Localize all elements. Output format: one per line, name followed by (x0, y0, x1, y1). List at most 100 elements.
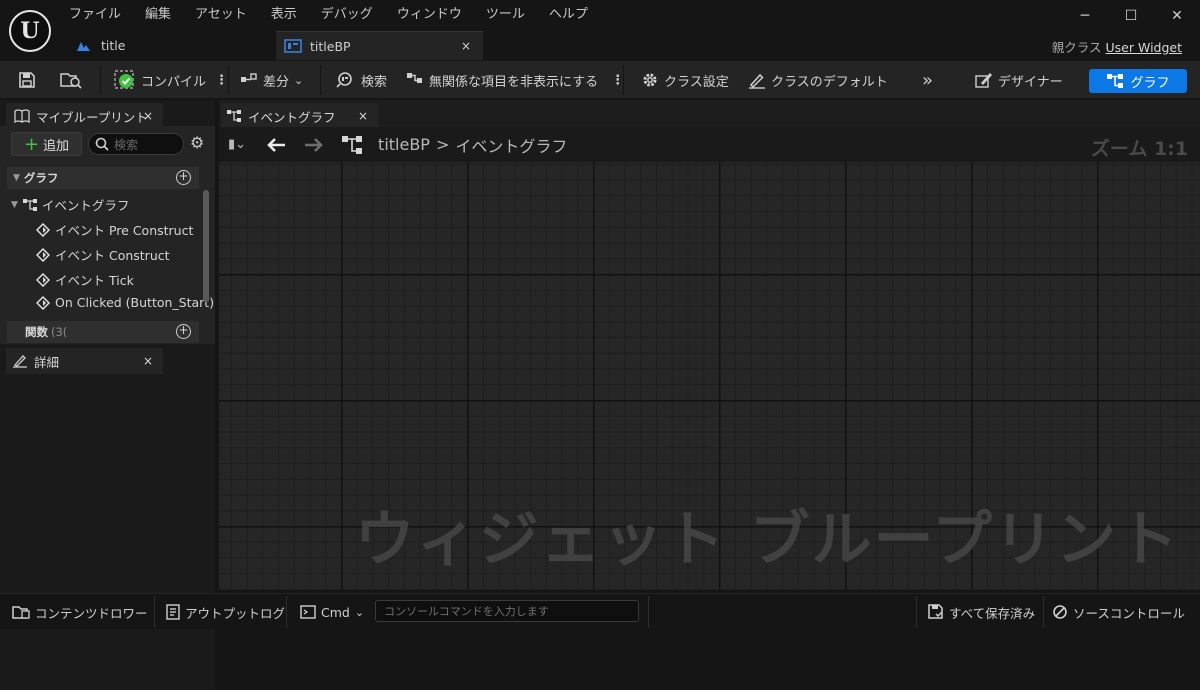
plus-icon: + (23, 133, 40, 155)
close-window-button[interactable]: ✕ (1154, 8, 1200, 24)
tree-item-label: On Clicked (Button_Start) (55, 295, 215, 310)
tree-item-event[interactable]: イベント Pre Construct (36, 220, 193, 239)
class-defaults-icon (749, 73, 765, 89)
hide-unrelated-button[interactable]: 無関係な項目を非表示にする ⋮ (406, 61, 624, 99)
left-panel: マイブループリント × + 追加 検索 ⚙ ▼ グラフ + ▼ イベントグラフ … (0, 100, 215, 690)
parent-class-link[interactable]: User Widget (1106, 40, 1182, 55)
graph-canvas[interactable]: ウィジェット ブループリント (219, 162, 1200, 590)
output-log-button[interactable]: アウトプットログ (166, 594, 285, 630)
browse-button[interactable] (60, 61, 82, 99)
scrollbar-thumb[interactable] (203, 190, 209, 302)
class-defaults-label: クラスのデフォルト (771, 74, 888, 90)
maximize-button[interactable]: ☐ (1108, 8, 1154, 24)
close-tab-icon[interactable]: × (143, 109, 153, 123)
event-diamond-icon (36, 222, 50, 237)
add-label: 追加 (43, 138, 70, 154)
menu-debug[interactable]: デバッグ (309, 5, 385, 25)
console-command-input[interactable]: コンソールコマンドを入力します (375, 600, 639, 622)
class-settings-label: クラス設定 (664, 74, 729, 90)
search-input[interactable]: 検索 (88, 133, 184, 155)
more-toolbar-icon[interactable]: » (922, 61, 933, 99)
source-control-button[interactable]: ソースコントロール (1052, 594, 1185, 630)
hide-unrelated-icon (407, 73, 422, 83)
tab-details[interactable]: 詳細 × (6, 348, 163, 374)
compile-ok-icon (114, 70, 134, 89)
menu-view[interactable]: 表示 (259, 5, 309, 25)
class-settings-button[interactable]: クラス設定 (641, 61, 729, 99)
event-diamond-icon (36, 295, 50, 310)
tab-my-blueprint-label: マイブループリント (36, 109, 148, 125)
menu-window[interactable]: ウィンドウ (385, 5, 474, 25)
console-icon (300, 605, 316, 619)
bookmark-icon[interactable]: ▮⌄ (228, 137, 246, 152)
forward-arrow-icon[interactable] (304, 137, 324, 153)
doc-tab-title[interactable]: title (65, 31, 265, 60)
graph-watermark: ウィジェット ブループリント (354, 505, 1180, 575)
event-graph-icon (22, 198, 37, 211)
event-graph-icon (227, 110, 241, 122)
graph-mode-button[interactable]: グラフ (1089, 69, 1187, 93)
graph-mode-label: グラフ (1130, 75, 1170, 91)
tree-item-event-graph[interactable]: ▼ イベントグラフ (11, 195, 129, 214)
menu-tools[interactable]: ツール (474, 5, 537, 25)
close-tab-icon[interactable]: × (358, 109, 368, 123)
add-graph-icon[interactable]: + (176, 170, 191, 185)
toolbar-divider (623, 65, 624, 95)
status-divider (154, 596, 155, 628)
status-divider (916, 596, 917, 628)
doc-tab-label: title (101, 38, 126, 53)
tree-item-event[interactable]: On Clicked (Button_Start) (36, 295, 214, 310)
menu-asset[interactable]: アセット (183, 5, 259, 25)
close-tab-icon[interactable]: × (461, 39, 471, 53)
tab-event-graph[interactable]: イベントグラフ × (221, 103, 378, 129)
status-divider (648, 596, 649, 628)
status-divider (1043, 596, 1044, 628)
back-arrow-icon[interactable] (266, 137, 286, 153)
diff-icon (241, 73, 257, 82)
add-function-icon[interactable]: + (176, 324, 191, 339)
category-functions[interactable]: 関数 (3( + (7, 321, 199, 343)
menu-file[interactable]: ファイル (57, 5, 133, 25)
diff-button[interactable]: 差分 ⌄ (240, 61, 303, 99)
doc-tab-titlebp[interactable]: titleBP × (276, 31, 483, 60)
event-graph-icon (342, 135, 363, 154)
close-tab-icon[interactable]: × (143, 354, 153, 368)
menu-help[interactable]: ヘルプ (537, 5, 600, 25)
gear-icon[interactable]: ⚙ (190, 133, 204, 152)
breadcrumb-root[interactable]: titleBP (378, 135, 430, 154)
gear-icon (643, 73, 657, 87)
graph-panel: イベントグラフ × ▮⌄ titleBP > イベントグラフ ズーム 1:1 ウ… (219, 100, 1200, 590)
details-pencil-icon (13, 355, 27, 368)
breadcrumb-separator: > (435, 135, 450, 154)
compile-button[interactable]: コンパイル ⋮ (114, 61, 228, 99)
tree-item-event[interactable]: イベント Construct (36, 245, 170, 264)
find-button[interactable]: 検索 (336, 61, 387, 99)
menu-bar: ファイル 編集 アセット 表示 デバッグ ウィンドウ ツール ヘルプ (57, 5, 600, 25)
category-graphs[interactable]: ▼ グラフ + (7, 167, 199, 189)
class-defaults-button[interactable]: クラスのデフォルト (748, 61, 888, 99)
content-drawer-button[interactable]: コンテンツドロワー (12, 594, 148, 630)
save-button[interactable] (18, 61, 36, 99)
breadcrumb-current[interactable]: イベントグラフ (455, 133, 567, 157)
tree-item-label: イベント Construct (55, 248, 170, 263)
category-graphs-label: グラフ (23, 171, 59, 185)
save-all-button[interactable]: すべて保存済み (928, 594, 1035, 630)
content-drawer-icon (12, 606, 30, 619)
tree-item-label: イベント Pre Construct (55, 223, 194, 238)
tree-item-event[interactable]: イベント Tick (36, 270, 134, 289)
cmd-selector[interactable]: Cmd ⌄ (300, 594, 364, 630)
graph-breadcrumb-bar: ▮⌄ titleBP > イベントグラフ ズーム 1:1 (219, 127, 1200, 162)
main-toolbar: コンパイル ⋮ 差分 ⌄ 検索 無関係な項目を非表示にする ⋮ クラス設定 クラ… (0, 60, 1200, 98)
unreal-logo-icon[interactable]: U (9, 10, 51, 52)
menu-edit[interactable]: 編集 (133, 5, 183, 25)
folder-search-icon (60, 73, 82, 89)
cmd-label: Cmd (321, 604, 350, 620)
minimize-button[interactable]: ─ (1062, 8, 1108, 24)
save-all-label: すべて保存済み (949, 605, 1036, 621)
compile-options-icon[interactable]: ⋮ (215, 73, 228, 88)
tree-item-label: イベント Tick (55, 273, 134, 288)
search-placeholder: 検索 (114, 137, 139, 152)
save-icon (19, 72, 35, 88)
designer-button[interactable]: デザイナー (975, 61, 1063, 99)
add-button[interactable]: + 追加 (11, 132, 82, 156)
